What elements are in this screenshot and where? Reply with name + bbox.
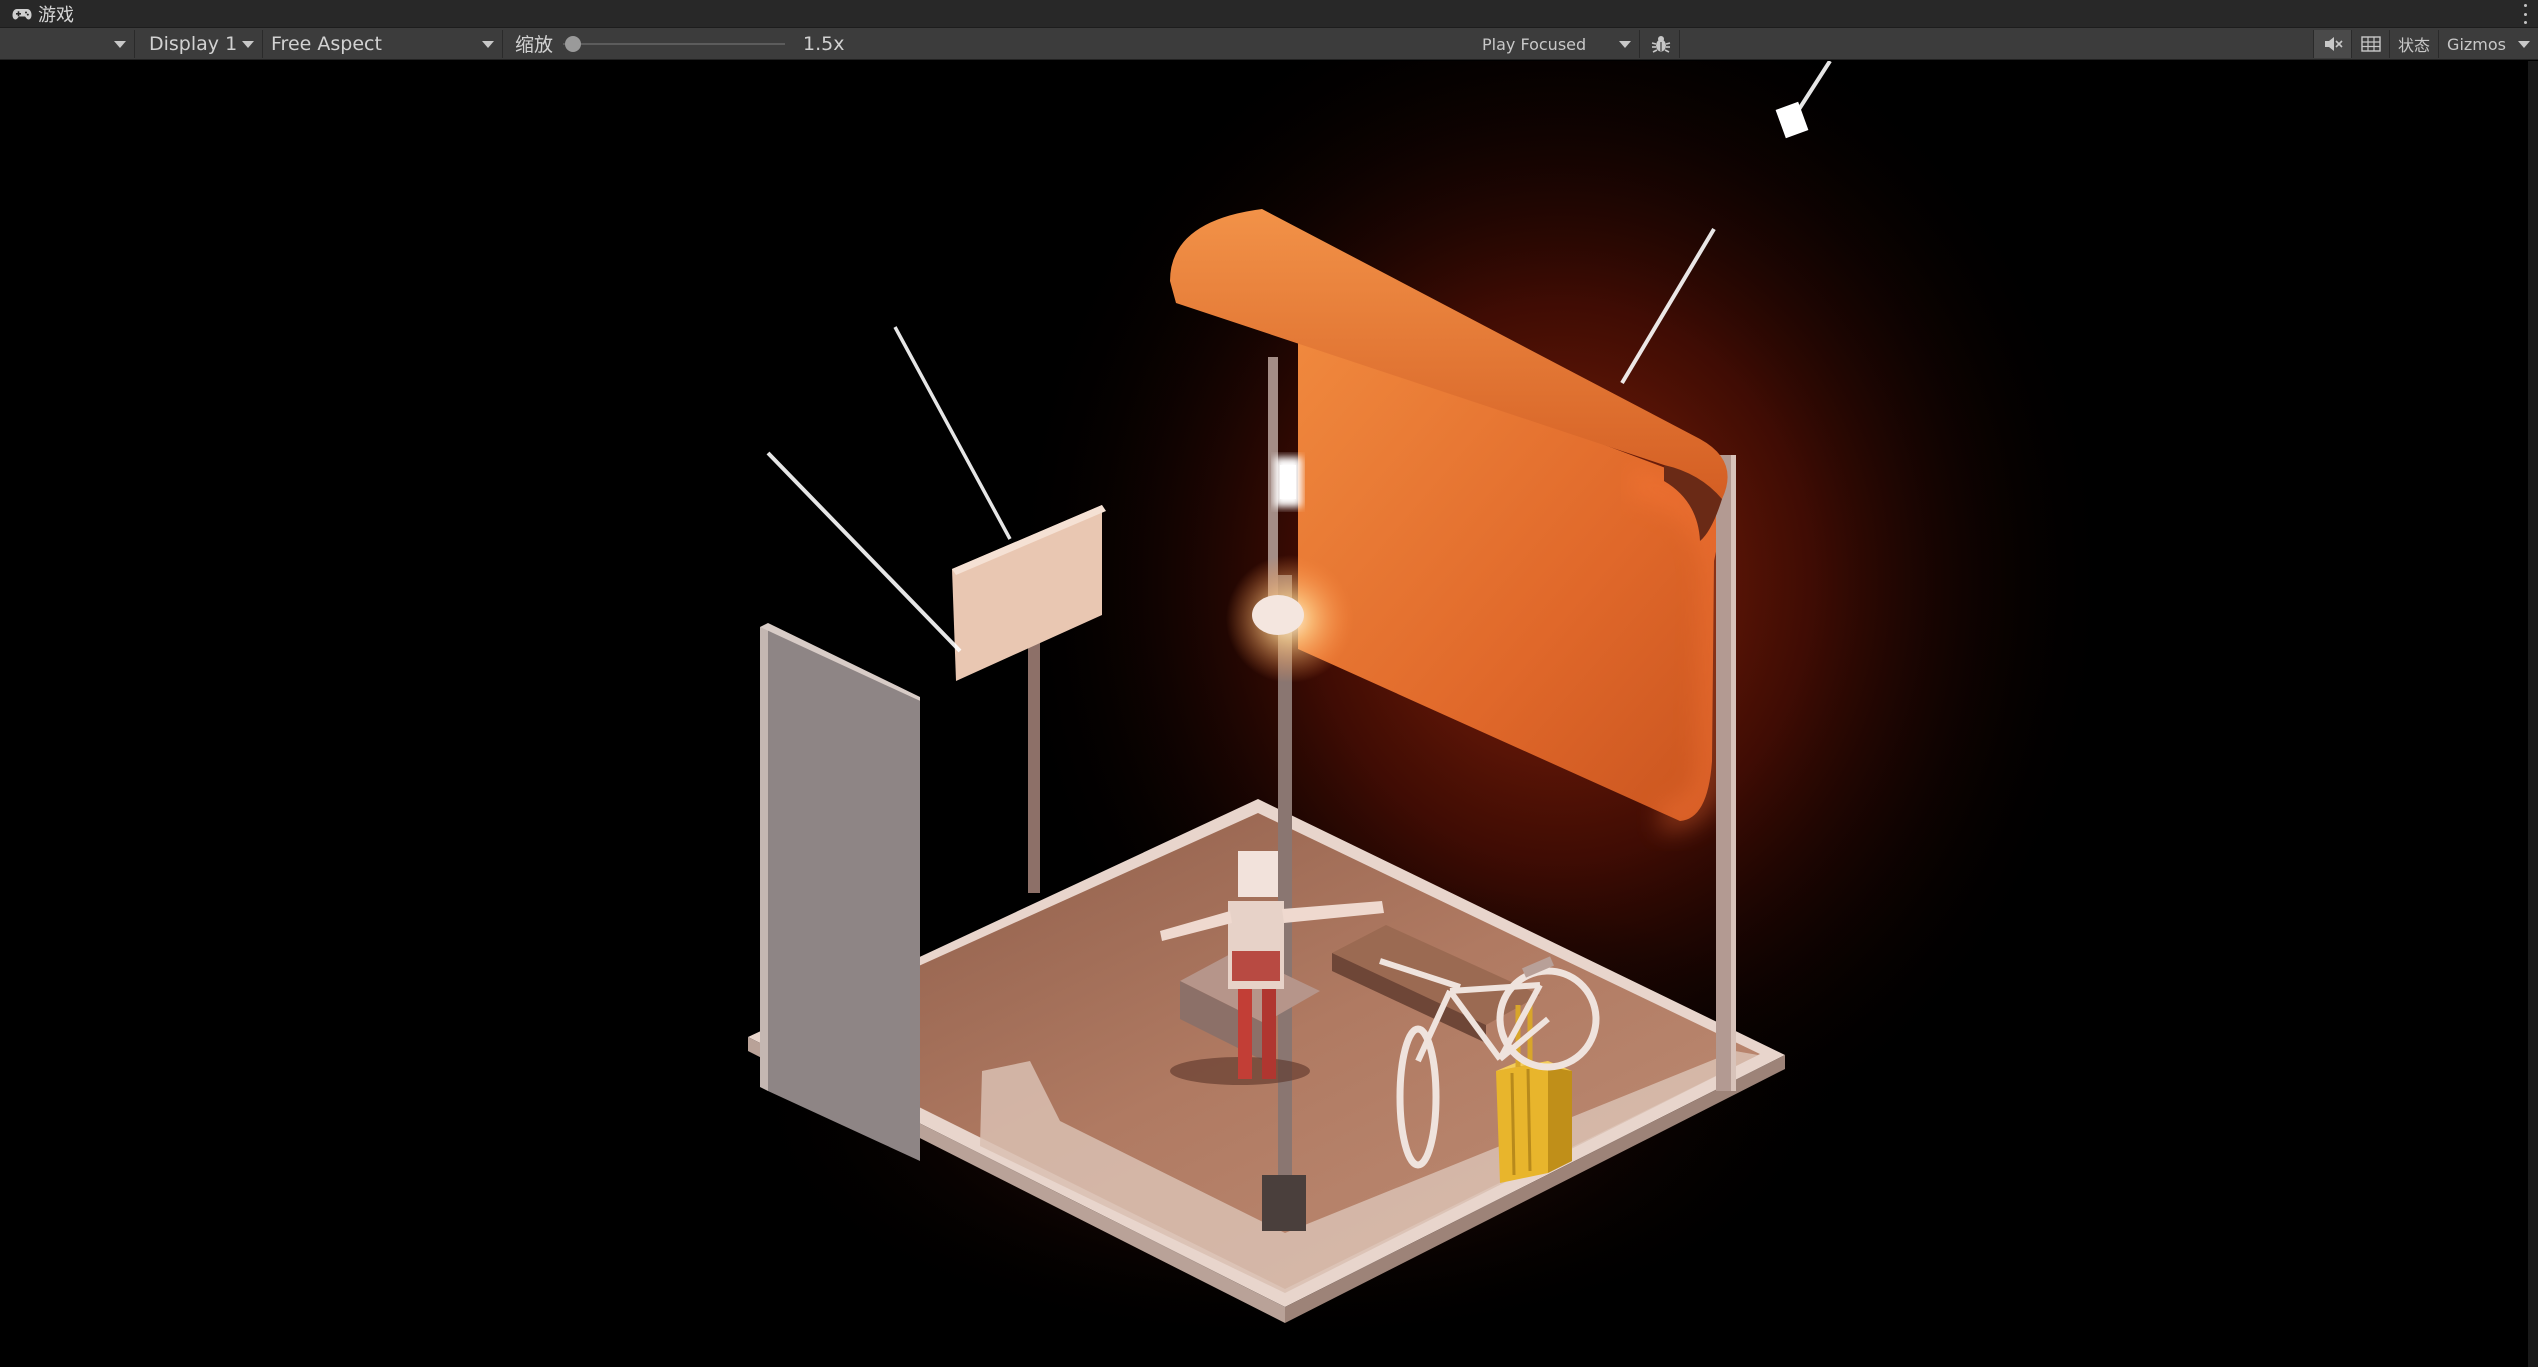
- grid-icon: [2360, 36, 2381, 52]
- character-leg-right: [1262, 981, 1276, 1079]
- wall-panel-side: [760, 627, 768, 1091]
- character-head: [1238, 851, 1278, 897]
- aspect-dropdown[interactable]: Free Aspect: [263, 29, 503, 58]
- character-leg-left: [1238, 981, 1252, 1079]
- lamp-post-base: [1262, 1175, 1306, 1231]
- right-toolbar-tools: 状态 Gizmos: [2313, 28, 2538, 60]
- target-dropdown[interactable]: [0, 29, 135, 58]
- wall-panel-front: [768, 629, 920, 1161]
- game-view-tab[interactable]: 游戏: [0, 0, 84, 28]
- suitcase-groove: [1510, 1072, 1516, 1176]
- suitcase-groove: [1526, 1068, 1532, 1172]
- mute-audio-button[interactable]: [2313, 30, 2352, 58]
- tab-title: 游戏: [38, 4, 74, 26]
- chevron-down-icon: [482, 40, 494, 48]
- scale-slider-track: [563, 42, 786, 45]
- scale-label: 缩放: [515, 34, 554, 56]
- mute-audio-icon: [2324, 37, 2343, 51]
- viewport-scrollbar[interactable]: [2528, 61, 2538, 1367]
- play-mode-label: Play Focused: [1482, 34, 1587, 54]
- gamepad-icon: [12, 8, 32, 19]
- bug-button[interactable]: [1642, 30, 1680, 58]
- suitcase-side: [1548, 1061, 1572, 1173]
- chevron-down-icon: [1619, 41, 1631, 48]
- scale-control: 缩放 1.5x: [503, 30, 844, 58]
- play-mode-dropdown[interactable]: Play Focused: [1472, 30, 1640, 58]
- lamp-top-light-core: [1280, 465, 1296, 499]
- gizmos-dropdown[interactable]: Gizmos: [2438, 30, 2538, 58]
- game-toolbar: Display 1 Free Aspect 缩放 1.5x: [0, 28, 2538, 60]
- stats-button[interactable]: 状态: [2389, 30, 2438, 58]
- display-label: Display 1: [149, 32, 238, 55]
- chevron-down-icon: [2518, 41, 2530, 48]
- gizmos-label: Gizmos: [2447, 34, 2506, 54]
- suitcase-front: [1496, 1061, 1548, 1183]
- chevron-down-icon: [114, 40, 126, 48]
- display-dropdown[interactable]: Display 1: [135, 29, 263, 58]
- game-scene-render: [730, 61, 2120, 1351]
- chevron-down-icon: [242, 40, 254, 48]
- right-post-highlight: [1731, 455, 1736, 1091]
- scale-value: 1.5x: [803, 32, 845, 55]
- scale-slider-thumb[interactable]: [565, 35, 582, 52]
- game-view-tab-bar: 游戏: [0, 0, 2538, 28]
- light-beam: [766, 451, 962, 653]
- lamp-bulb: [1252, 595, 1304, 635]
- stats-label: 状态: [2398, 36, 2431, 55]
- bug-icon: [1651, 36, 1670, 53]
- game-viewport[interactable]: [0, 61, 2538, 1367]
- character-belt: [1232, 951, 1280, 981]
- grid-button[interactable]: [2351, 30, 2389, 58]
- light-beam: [893, 326, 1012, 540]
- kebab-menu-icon[interactable]: [2522, 4, 2528, 24]
- scale-slider[interactable]: [563, 35, 786, 52]
- aspect-label: Free Aspect: [271, 32, 382, 55]
